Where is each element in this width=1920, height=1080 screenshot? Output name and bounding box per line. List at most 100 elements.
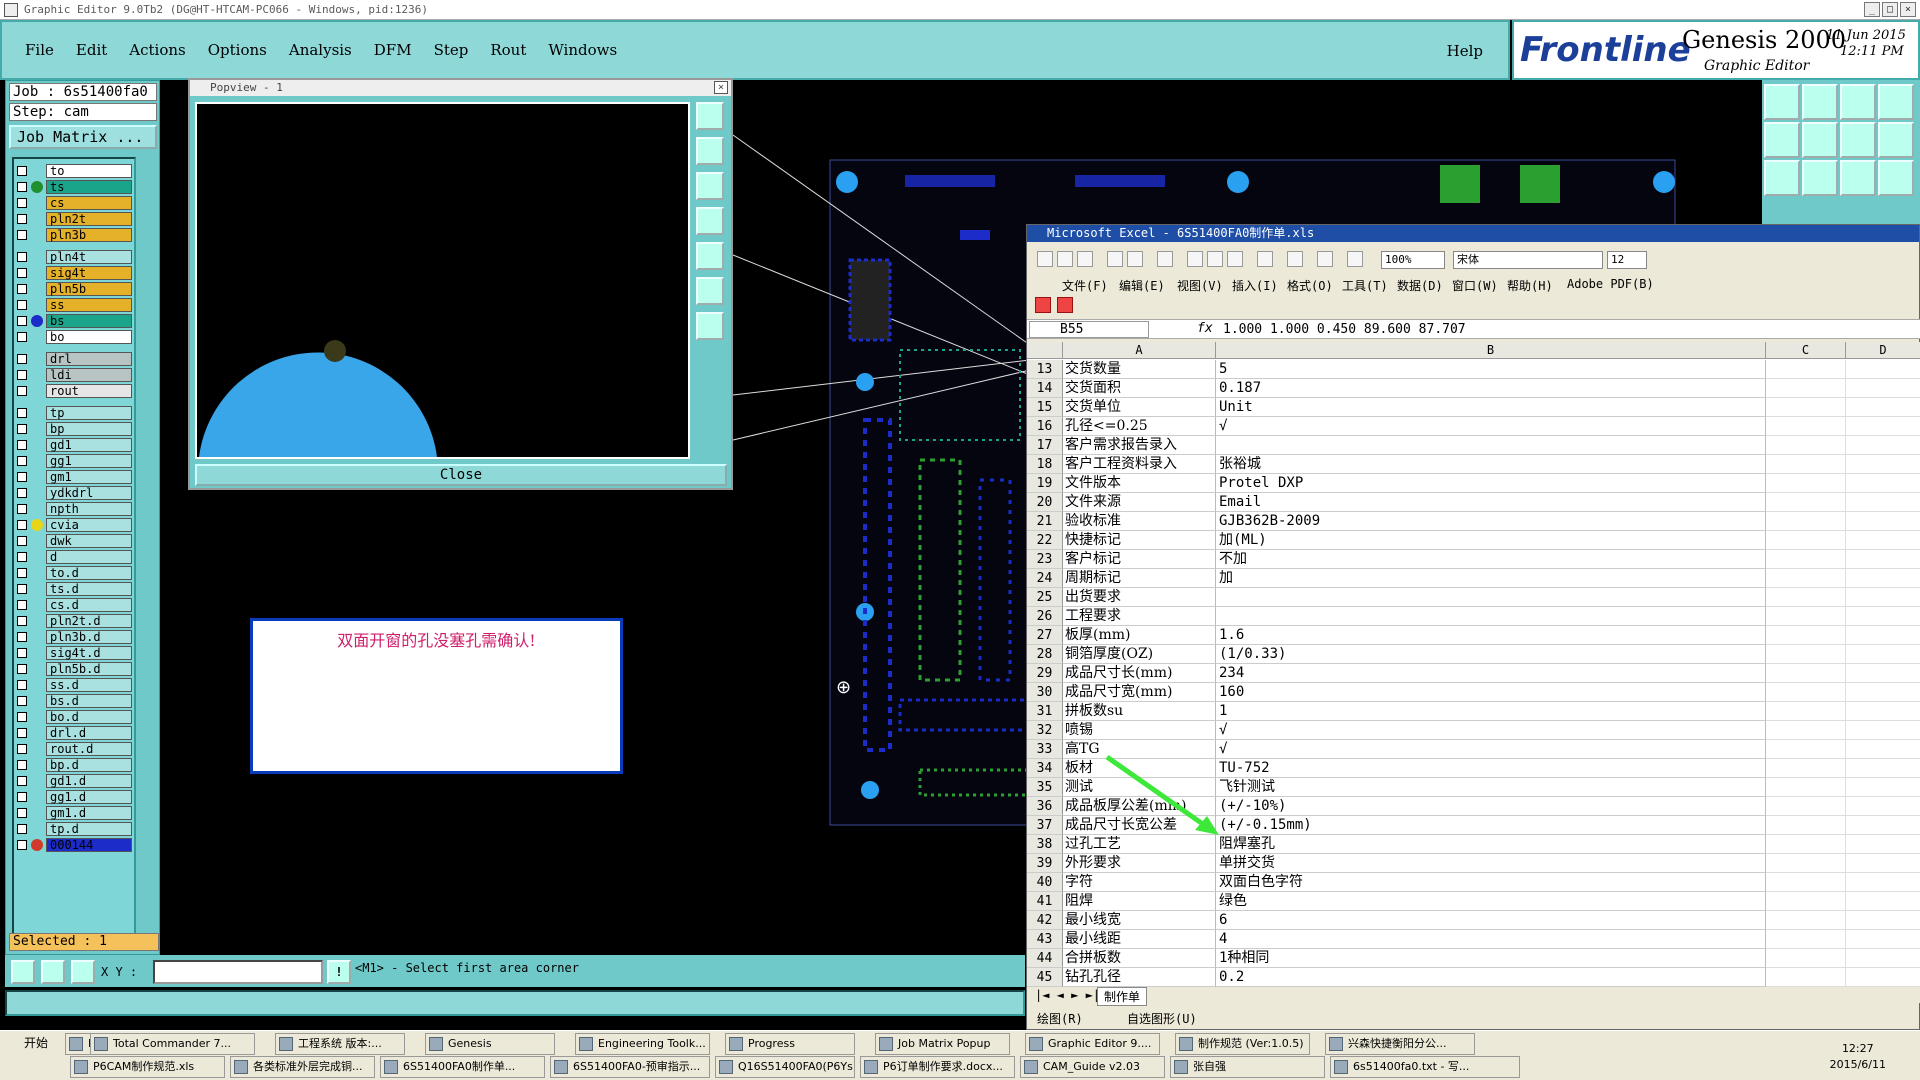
sheet-tab-active[interactable]: 制作单 [1097,987,1148,1006]
layer-label[interactable]: dwk [46,534,132,548]
menu-options[interactable]: Options [208,41,267,59]
layer-checkbox[interactable] [17,728,27,738]
layer-label[interactable]: pln3b [46,228,132,242]
font-select[interactable]: 宋体 [1453,251,1603,269]
layer-label[interactable]: gg1 [46,454,132,468]
layer-checkbox[interactable] [17,488,27,498]
layer-checkbox[interactable] [17,792,27,802]
pan-up-icon[interactable] [696,137,724,165]
layer-label[interactable]: cs [46,196,132,210]
layer-row[interactable]: rout.d [14,741,134,757]
layer-checkbox[interactable] [17,520,27,530]
print-icon[interactable] [1107,251,1123,267]
pan-right-icon[interactable] [696,242,724,270]
layer-row[interactable]: sig4t [14,265,134,281]
layer-label[interactable]: drl [46,352,132,366]
layer-checkbox[interactable] [17,824,27,834]
pan-down-icon[interactable] [696,172,724,200]
layer-row[interactable]: bo.d [14,709,134,725]
layer-label[interactable]: rout [46,384,132,398]
layer-row[interactable]: gd1.d [14,773,134,789]
tool-icon-9[interactable] [1764,160,1800,196]
menu-actions[interactable]: Actions [129,41,185,59]
taskbar-item[interactable]: 各类标准外层完成铜... [230,1056,375,1078]
taskbar-item[interactable]: Genesis [425,1033,555,1055]
layer-row[interactable]: ss.d [14,677,134,693]
menu-rout[interactable]: Rout [490,41,526,59]
layer-label[interactable]: pln3b.d [46,630,132,644]
layer-row[interactable]: 000144 [14,837,134,853]
layer-checkbox[interactable] [17,268,27,278]
layer-row[interactable]: to.d [14,565,134,581]
layer-row[interactable]: ts [14,179,134,195]
preview-icon[interactable] [1127,251,1143,267]
paste-icon[interactable] [1227,251,1243,267]
xl-menu-view[interactable]: 视图(V) [1177,277,1223,294]
tool-icon-12[interactable] [1878,160,1914,196]
formula-input[interactable]: 1.000 1.000 0.450 89.600 87.707 [1223,322,1466,337]
layer-label[interactable]: ldi [46,368,132,382]
tool-icon-6[interactable] [1802,122,1838,158]
layer-checkbox[interactable] [17,332,27,342]
chart-icon[interactable] [1347,251,1363,267]
layer-label[interactable]: ts.d [46,582,132,596]
layer-checkbox[interactable] [17,408,27,418]
layer-checkbox[interactable] [17,230,27,240]
layer-label[interactable]: gd1.d [46,774,132,788]
layer-row[interactable]: bo [14,329,134,345]
layer-label[interactable]: pln2t [46,212,132,226]
draw-menu[interactable]: 绘图(R) [1037,1010,1083,1027]
close-window-button[interactable]: × [1900,2,1916,17]
layer-row[interactable]: bp [14,421,134,437]
font-size-select[interactable]: 12 [1607,251,1647,269]
layer-label[interactable]: gm1 [46,470,132,484]
layer-checkbox[interactable] [17,616,27,626]
layer-label[interactable]: bs.d [46,694,132,708]
layer-row[interactable]: cs.d [14,597,134,613]
taskbar-item[interactable]: P6CAM制作规范.xls [70,1056,225,1078]
layer-label[interactable]: cvia [46,518,132,532]
open-icon[interactable] [1057,251,1073,267]
layer-row[interactable]: pln2t [14,211,134,227]
layer-row[interactable]: gg1.d [14,789,134,805]
measure-tool-icon[interactable] [41,960,65,984]
layer-label[interactable]: gg1.d [46,790,132,804]
layer-row[interactable]: sig4t.d [14,645,134,661]
layer-label[interactable]: ss.d [46,678,132,692]
sort-icon[interactable] [1317,251,1333,267]
sheet-nav-icons[interactable]: |◄ ◄ ► ►| [1035,988,1100,1002]
xl-menu-adobe-pdf[interactable]: Adobe PDF(B) [1567,277,1654,291]
xl-menu-data[interactable]: 数据(D) [1397,277,1443,294]
taskbar-item[interactable]: 6S51400FA0-预审指示... [550,1056,710,1078]
layer-row[interactable]: dwk [14,533,134,549]
layer-checkbox[interactable] [17,600,27,610]
xl-menu-window[interactable]: 窗口(W) [1452,277,1498,294]
layer-row[interactable]: bs [14,313,134,329]
layer-checkbox[interactable] [17,680,27,690]
tool-icon-4[interactable] [1878,84,1914,120]
menu-file[interactable]: File [25,41,54,59]
layer-row[interactable]: bp.d [14,757,134,773]
xl-menu-help[interactable]: 帮助(H) [1507,277,1553,294]
layer-checkbox[interactable] [17,424,27,434]
maximize-button[interactable]: □ [1882,2,1898,17]
layer-checkbox[interactable] [17,760,27,770]
layer-checkbox[interactable] [17,370,27,380]
layer-label[interactable]: sig4t [46,266,132,280]
layer-row[interactable]: d [14,549,134,565]
cut-icon[interactable] [1187,251,1203,267]
layer-row[interactable]: pln2t.d [14,613,134,629]
layer-label[interactable]: rout.d [46,742,132,756]
taskbar-item[interactable]: 工程系统 版本:... [275,1033,405,1055]
tool-icon-7[interactable] [1840,122,1876,158]
layer-row[interactable]: tp.d [14,821,134,837]
undo-icon[interactable] [1257,251,1273,267]
layer-label[interactable]: tp.d [46,822,132,836]
layer-row[interactable]: to [14,163,134,179]
layer-label[interactable]: pln4t [46,250,132,264]
layer-row[interactable]: gg1 [14,453,134,469]
taskbar-item[interactable]: Total Commander 7... [90,1033,255,1055]
layer-checkbox[interactable] [17,182,27,192]
tool-icon-10[interactable] [1802,160,1838,196]
worksheet-grid[interactable]: A B C D 13 交货数量 5 14 交货面积 0.187 15 交货单位 Unit 16 孔径… [1027,342,1920,987]
